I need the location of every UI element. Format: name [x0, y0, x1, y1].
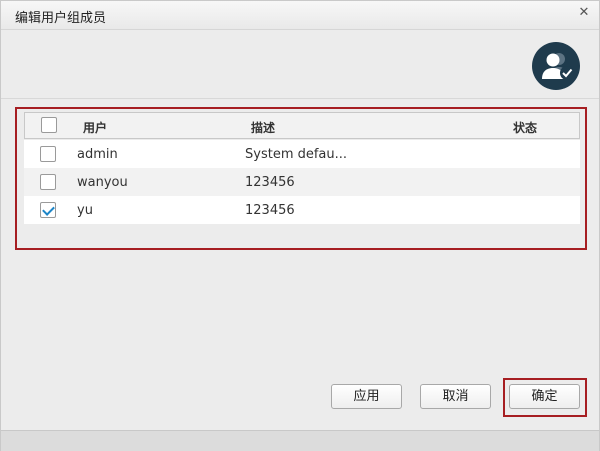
footer-bar [1, 430, 599, 451]
apply-button[interactable]: 应用 [331, 384, 402, 409]
dialog-title: 编辑用户组成员 [15, 11, 107, 26]
cancel-button[interactable]: 取消 [420, 384, 491, 409]
title-bar: 编辑用户组成员 ✕ [1, 1, 599, 30]
user-group-check-icon [532, 42, 580, 90]
ok-button-highlight [503, 378, 587, 417]
edit-group-members-dialog: 编辑用户组成员 ✕ 用户 描述 状态 admin System defau...… [0, 0, 600, 451]
header-divider [1, 98, 599, 99]
table-highlight-box [15, 107, 587, 250]
close-icon[interactable]: ✕ [577, 6, 591, 20]
